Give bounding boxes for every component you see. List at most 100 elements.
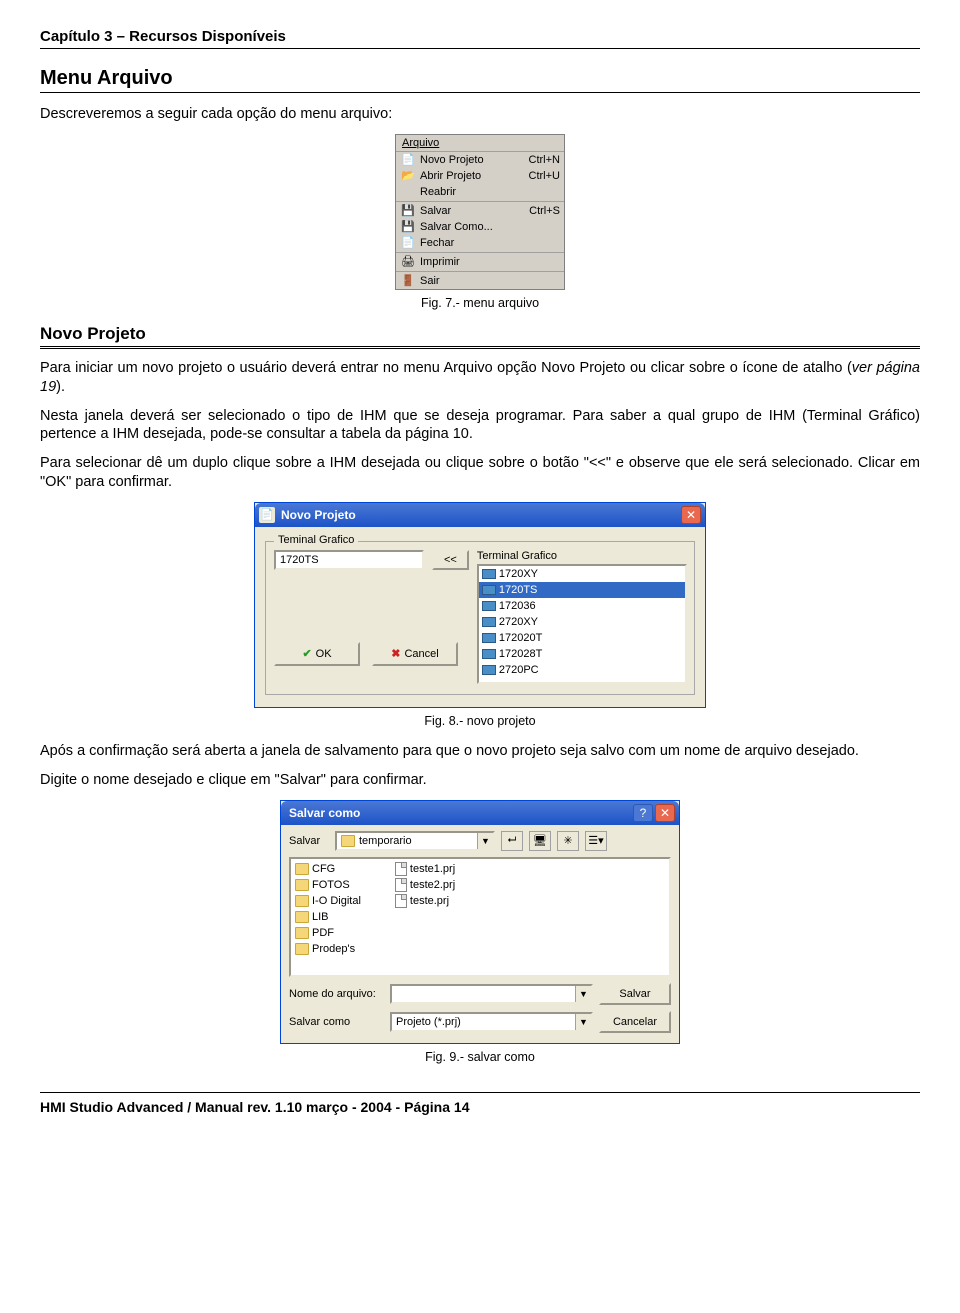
fig9-caption: Fig. 9.- salvar como [40,1050,920,1064]
paragraph-2: Nesta janela deverá ser selecionado o ti… [40,407,920,445]
menu-item[interactable]: 📄 Novo ProjetoCtrl+N [396,152,564,168]
menu-item-icon: 💾 [400,204,416,218]
list-item[interactable]: 172028T [479,646,685,662]
file-item[interactable]: teste2.prj [393,877,457,893]
paragraph-3: Para selecionar dê um duplo clique sobre… [40,454,920,492]
file-item[interactable]: teste.prj [393,893,457,909]
folder-icon [341,835,355,847]
new-folder-button[interactable]: ✳ [557,831,579,851]
filename-field[interactable]: ▼ [390,984,593,1004]
close-button[interactable]: ✕ [655,804,675,822]
list-label: Terminal Grafico [477,550,687,562]
monitor-icon [482,616,496,628]
x-icon: ✖ [391,647,400,660]
chevron-down-icon: ▼ [575,1014,591,1030]
folder-name: PDF [312,927,334,939]
fig8-caption: Fig. 8.- novo projeto [40,714,920,728]
monitor-icon [482,600,496,612]
folder-item[interactable]: LIB [293,909,363,925]
monitor-icon [482,568,496,580]
folder-name: Prodep's [312,943,355,955]
group-label: Teminal Grafico [274,534,358,546]
list-item[interactable]: 2720PC [479,662,685,678]
folder-name: I-O Digital [312,895,361,907]
save-in-label: Salvar [289,835,329,847]
filetype-label: Salvar como [289,1016,384,1028]
location-combo[interactable]: temporario ▼ [335,831,495,851]
menu-item-icon: 🚪 [400,274,416,288]
folder-icon [295,943,309,955]
file-list-pane[interactable]: CFG FOTOS I-O Digital LIB PDF Prodep's teste1… [289,857,671,977]
selected-ihm-field[interactable]: 1720TS [274,550,424,570]
list-item[interactable]: 172020T [479,630,685,646]
dialog-novo-projeto: 📄 Novo Projeto ✕ Teminal Grafico 1720TS … [254,502,706,708]
list-item[interactable]: 2720XY [479,614,685,630]
menu-item-label: Salvar [420,205,529,217]
filetype-combo[interactable]: Projeto (*.prj) ▼ [390,1012,593,1032]
folder-icon [295,927,309,939]
list-item-label: 1720TS [499,584,538,596]
filename-label: Nome do arquivo: [289,988,384,1000]
folder-item[interactable]: Prodep's [293,941,363,957]
file-name: teste1.prj [410,863,455,875]
save-button[interactable]: Salvar [599,983,671,1005]
up-folder-button[interactable]: ⮠ [501,831,523,851]
menu-item-label: Reabrir [420,186,560,198]
menu-item[interactable]: 💾SalvarCtrl+S [396,203,564,219]
list-item-label: 1720XY [499,568,538,580]
menu-item-label: Novo Projeto [420,154,529,166]
ok-button[interactable]: ✔OK [274,642,360,666]
terminal-list[interactable]: 1720XY 1720TS 172036 2720XY 172020T 172028T 27… [477,564,687,684]
list-item-label: 2720PC [499,664,539,676]
menu-item-label: Salvar Como... [420,221,560,233]
dialog-title: Salvar como [285,806,633,820]
list-item[interactable]: 1720TS [479,582,685,598]
close-button[interactable]: ✕ [681,506,701,524]
file-icon [395,878,407,892]
monitor-icon [482,632,496,644]
folder-name: CFG [312,863,335,875]
cancel-button[interactable]: ✖Cancel [372,642,458,666]
view-menu-button[interactable]: ☰▾ [585,831,607,851]
list-item[interactable]: 1720XY [479,566,685,582]
folder-icon [295,879,309,891]
menu-item-icon: 💾 [400,220,416,234]
list-item-label: 2720XY [499,616,538,628]
menu-item-label: Abrir Projeto [420,170,529,182]
menu-item[interactable]: 📂Abrir ProjetoCtrl+U [396,168,564,184]
file-name: teste2.prj [410,879,455,891]
menu-item[interactable]: 🖨Imprimir [396,254,564,270]
menu-arquivo: Arquivo 📄 Novo ProjetoCtrl+N 📂Abrir Projet… [395,134,565,290]
chevron-down-icon: ▼ [477,833,493,849]
desktop-button[interactable]: 🖥 [529,831,551,851]
list-item-label: 172020T [499,632,542,644]
menu-item-shortcut: Ctrl+N [529,154,560,166]
menu-item-icon [400,185,416,199]
menu-item[interactable]: 📄Fechar [396,235,564,251]
paragraph-4: Após a confirmação será aberta a janela … [40,742,920,761]
menu-item[interactable]: 💾 Salvar Como... [396,219,564,235]
folder-item[interactable]: PDF [293,925,363,941]
file-item[interactable]: teste1.prj [393,861,457,877]
folder-item[interactable]: FOTOS [293,877,363,893]
menu-item-icon: 📄 [400,153,416,167]
folder-item[interactable]: I-O Digital [293,893,363,909]
list-item-label: 172028T [499,648,542,660]
help-button[interactable]: ? [633,804,653,822]
paragraph-1: Para iniciar um novo projeto o usuário d… [40,359,920,397]
folder-name: FOTOS [312,879,350,891]
move-left-button[interactable]: << [432,550,469,570]
menu-title[interactable]: Arquivo [396,135,564,152]
section-heading-novo-projeto: Novo Projeto [40,324,920,349]
folder-item[interactable]: CFG [293,861,363,877]
menu-item-label: Sair [420,275,560,287]
check-icon: ✔ [302,647,311,660]
chevron-down-icon: ▼ [575,986,591,1002]
chapter-heading: Capítulo 3 – Recursos Disponíveis [40,28,920,49]
list-item[interactable]: 172036 [479,598,685,614]
menu-item[interactable]: Reabrir [396,184,564,200]
file-icon [395,894,407,908]
cancel-button[interactable]: Cancelar [599,1011,671,1033]
fig7-caption: Fig. 7.- menu arquivo [40,296,920,310]
menu-item[interactable]: 🚪 Sair [396,273,564,289]
